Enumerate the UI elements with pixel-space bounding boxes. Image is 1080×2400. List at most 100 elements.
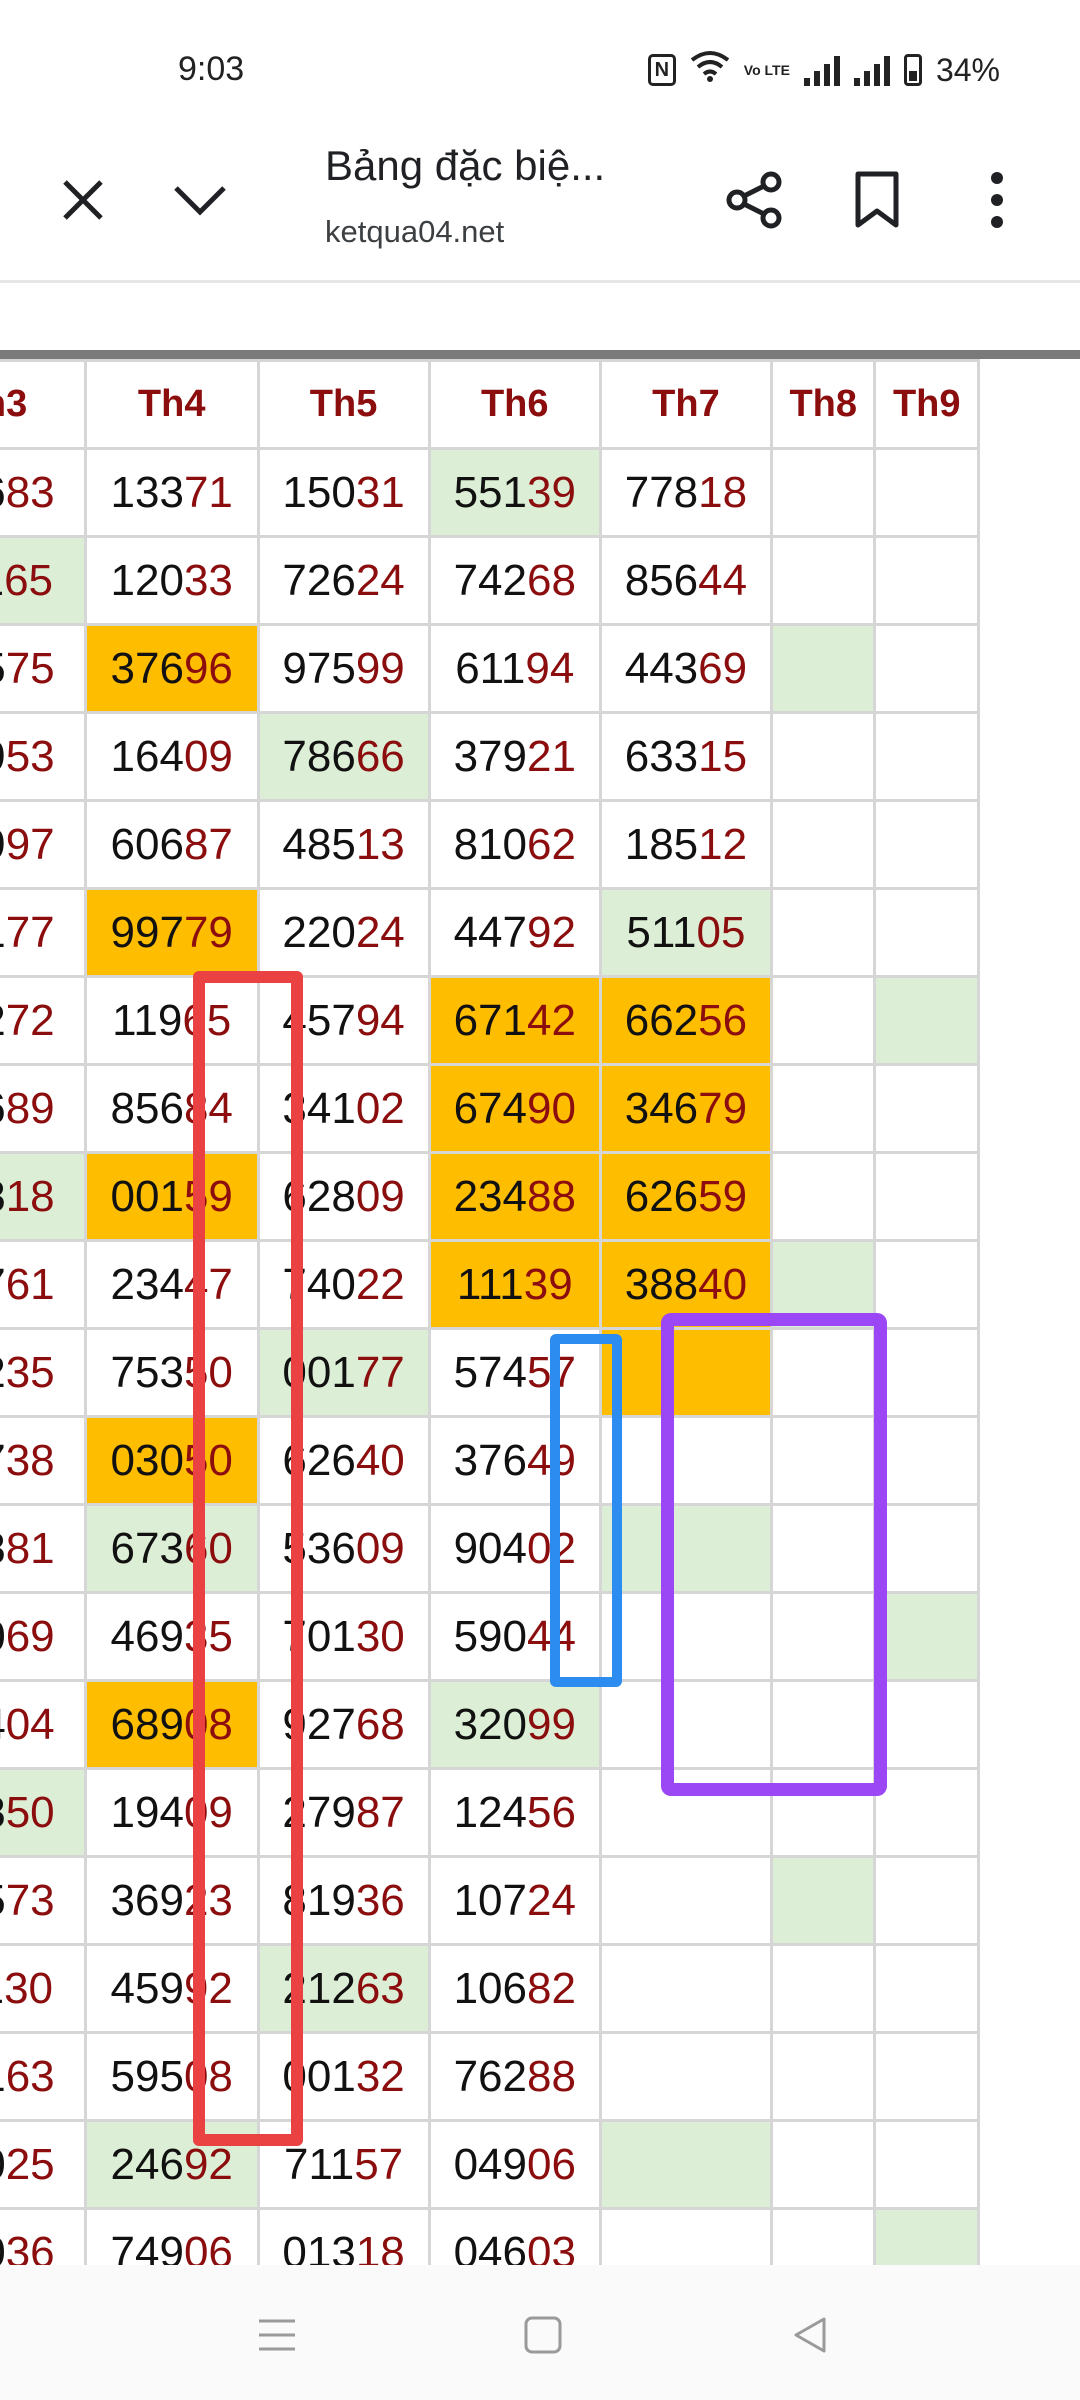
table-cell: 04906 — [427, 2119, 602, 2210]
result-number: 10682 — [453, 1963, 576, 2013]
table-cell — [873, 1415, 980, 1506]
table-cell — [873, 711, 980, 802]
result-number: 32099 — [453, 1699, 576, 1749]
table-cell: 51105 — [598, 887, 774, 978]
table-cell — [873, 1767, 980, 1858]
table-cell: 87997 — [0, 799, 87, 890]
result-number: 18177 — [0, 907, 55, 957]
result-number: 27987 — [282, 1787, 405, 1837]
result-number: 76288 — [453, 2051, 576, 2101]
result-number: 99069 — [0, 1611, 55, 1661]
more-vert-icon — [991, 172, 1003, 228]
result-number: 00159 — [110, 1171, 233, 1221]
result-number: 51235 — [0, 1347, 55, 1397]
result-number: 87997 — [0, 819, 55, 869]
result-number: 45794 — [282, 995, 405, 1045]
table-cell: 97599 — [256, 623, 431, 714]
result-number: 81936 — [282, 1875, 405, 1925]
result-number: 51105 — [626, 907, 746, 957]
page-url[interactable]: ketqua04.net — [325, 214, 504, 250]
table-cell — [770, 1503, 877, 1594]
result-number: 04906 — [453, 2139, 576, 2189]
status-time: 9:03 — [178, 50, 245, 88]
table-cell — [873, 535, 980, 626]
result-number: 47272 — [0, 995, 55, 1045]
table-cell — [770, 887, 877, 978]
result-number: 18512 — [624, 819, 748, 869]
table-cell — [770, 975, 877, 1066]
table-cell: 13371 — [83, 447, 260, 538]
wifi-icon — [690, 50, 730, 90]
result-number: 00177 — [282, 1347, 405, 1397]
table-cell: 75350 — [83, 1327, 260, 1418]
home-button[interactable] — [503, 2295, 583, 2375]
table-cell — [873, 1151, 980, 1242]
results-table-container[interactable]: Th3Th4Th5Th6Th7Th8Th9 32683 13371 15031 551… — [0, 350, 1080, 2274]
result-number: 34102 — [282, 1083, 405, 1133]
result-number: 03050 — [110, 1435, 233, 1485]
collapse-button[interactable] — [150, 150, 250, 250]
table-cell: 61194 — [427, 623, 602, 714]
result-number: 85644 — [624, 555, 748, 605]
result-number: 43738 — [0, 1435, 55, 1485]
table-cell: 25953 — [0, 711, 87, 802]
table-cell: 16409 — [83, 711, 260, 802]
table-cell: 34102 — [256, 1063, 431, 1154]
table-row: 60575 37696 97599 61194 44369 — [0, 623, 980, 714]
table-cell: 18177 — [0, 887, 87, 978]
result-number: 48513 — [282, 819, 405, 869]
table-cell: 99069 — [0, 1591, 87, 1682]
column-header: Th4 — [83, 359, 260, 450]
back-button[interactable] — [770, 2295, 850, 2375]
bookmark-button[interactable] — [827, 150, 927, 250]
result-number: 60575 — [0, 643, 55, 693]
table-cell — [770, 2031, 877, 2122]
table-cell — [598, 1855, 774, 1946]
table-cell: 12033 — [83, 535, 260, 626]
table-cell: 34679 — [598, 1063, 774, 1154]
close-button[interactable] — [33, 150, 133, 250]
status-icons: N Vo LTE 34% — [647, 50, 1000, 90]
table-cell — [770, 1151, 877, 1242]
table-cell — [873, 447, 980, 538]
table-cell: 74268 — [427, 535, 602, 626]
table-cell: 71157 — [256, 2119, 431, 2210]
table-cell: 23488 — [427, 1151, 602, 1242]
result-number: 71157 — [284, 2139, 404, 2189]
result-number: 11965 — [112, 995, 232, 1045]
more-options-button[interactable] — [947, 150, 1047, 250]
table-cell: 21881 — [0, 1503, 87, 1594]
table-cell: 10724 — [427, 1855, 602, 1946]
table-row: 52689 85684 34102 67490 34679 — [0, 1063, 980, 1154]
table-cell: 62761 — [0, 1239, 87, 1330]
table-cell — [873, 1239, 980, 1330]
browser-toolbar: Bảng đặc biệ... ketqua04.net — [0, 120, 1080, 283]
result-number: 70130 — [282, 1611, 405, 1661]
table-cell: 66256 — [598, 975, 774, 1066]
result-number: 12033 — [110, 555, 233, 605]
table-cell: 44792 — [427, 887, 602, 978]
table-cell — [770, 1855, 877, 1946]
result-number: 32683 — [0, 467, 55, 517]
result-number: 63315 — [624, 731, 748, 781]
table-cell: 76163 — [0, 2031, 87, 2122]
result-number: 55139 — [453, 467, 576, 517]
volte-icon: Vo LTE — [743, 61, 790, 78]
table-cell: 68908 — [83, 1679, 260, 1770]
result-number: 67142 — [453, 995, 576, 1045]
table-row: 43738 03050 62640 37649 — [0, 1415, 980, 1506]
nfc-icon: N — [647, 54, 676, 86]
result-number: 62659 — [624, 1171, 748, 1221]
battery-percent: 34% — [935, 51, 1000, 88]
result-number: 76163 — [0, 2051, 55, 2101]
table-cell — [770, 1591, 877, 1682]
bookmark-icon — [855, 171, 899, 228]
result-number: 60687 — [110, 819, 233, 869]
share-button[interactable] — [705, 150, 805, 250]
result-number: 34679 — [624, 1083, 748, 1133]
result-number: 74268 — [453, 555, 576, 605]
recent-apps-button[interactable] — [237, 2295, 317, 2375]
table-row: 63404 68908 92768 32099 — [0, 1679, 980, 1770]
table-cell: 00177 — [256, 1327, 431, 1418]
result-number: 74022 — [282, 1259, 405, 1309]
